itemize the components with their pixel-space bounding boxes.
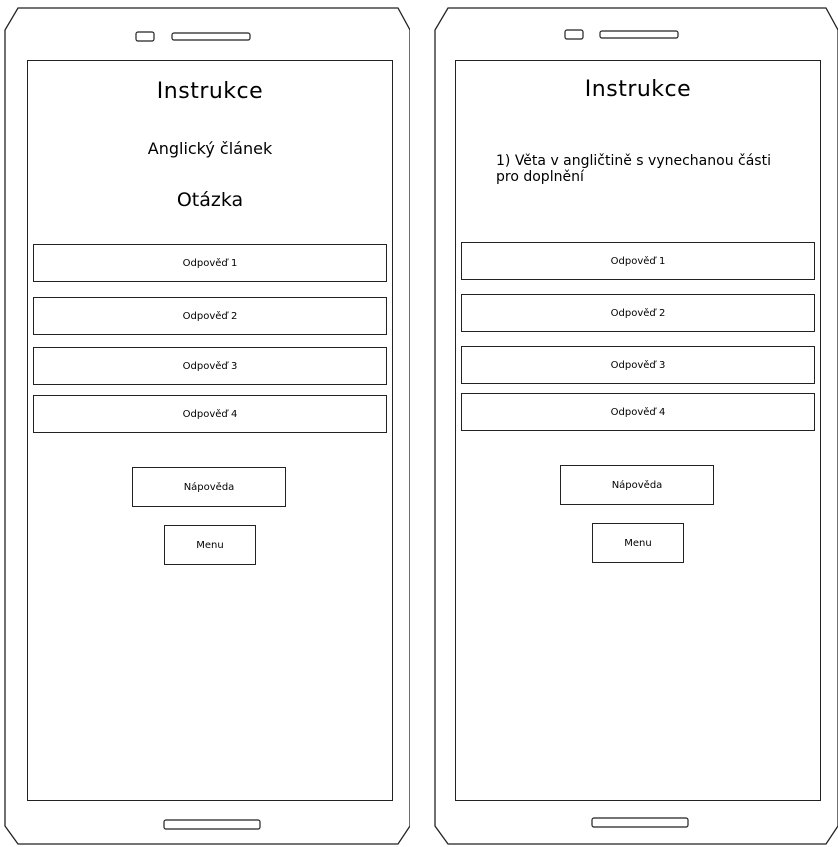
camera-icon	[564, 29, 584, 40]
phone-mockup-right: Instrukce 1) Věta v angličtině s vynecha…	[428, 0, 838, 847]
speaker-icon	[171, 32, 251, 41]
page-title: Instrukce	[584, 77, 692, 102]
answer-1-button[interactable]: Odpověď 1	[33, 244, 387, 282]
home-button-icon	[163, 819, 261, 830]
speaker-icon	[599, 30, 679, 39]
answer-4-button[interactable]: Odpověď 4	[461, 393, 815, 431]
hint-button[interactable]: Nápověda	[560, 465, 714, 505]
answer-3-button[interactable]: Odpověď 3	[33, 347, 387, 385]
answer-4-button[interactable]: Odpověď 4	[33, 395, 387, 433]
camera-icon	[135, 31, 155, 42]
answer-2-button[interactable]: Odpověď 2	[33, 297, 387, 335]
answer-3-button[interactable]: Odpověď 3	[461, 346, 815, 384]
home-button-icon	[591, 817, 689, 828]
answer-2-button[interactable]: Odpověď 2	[461, 294, 815, 332]
screen: Instrukce Anglický článek Otázka Odpověď…	[27, 60, 393, 801]
hint-button[interactable]: Nápověda	[132, 467, 286, 507]
article-text: Anglický článek	[147, 139, 273, 158]
answer-1-button[interactable]: Odpověď 1	[461, 242, 815, 280]
question-text: Otázka	[176, 189, 244, 211]
page-title: Instrukce	[156, 79, 264, 104]
menu-button[interactable]: Menu	[592, 523, 684, 563]
menu-button[interactable]: Menu	[164, 525, 256, 565]
exercise-sentence: 1) Věta v angličtině s vynechanou části …	[496, 153, 771, 185]
screen: Instrukce 1) Věta v angličtině s vynecha…	[455, 60, 821, 801]
phone-mockup-left: Instrukce Anglický článek Otázka Odpověď…	[0, 0, 410, 847]
